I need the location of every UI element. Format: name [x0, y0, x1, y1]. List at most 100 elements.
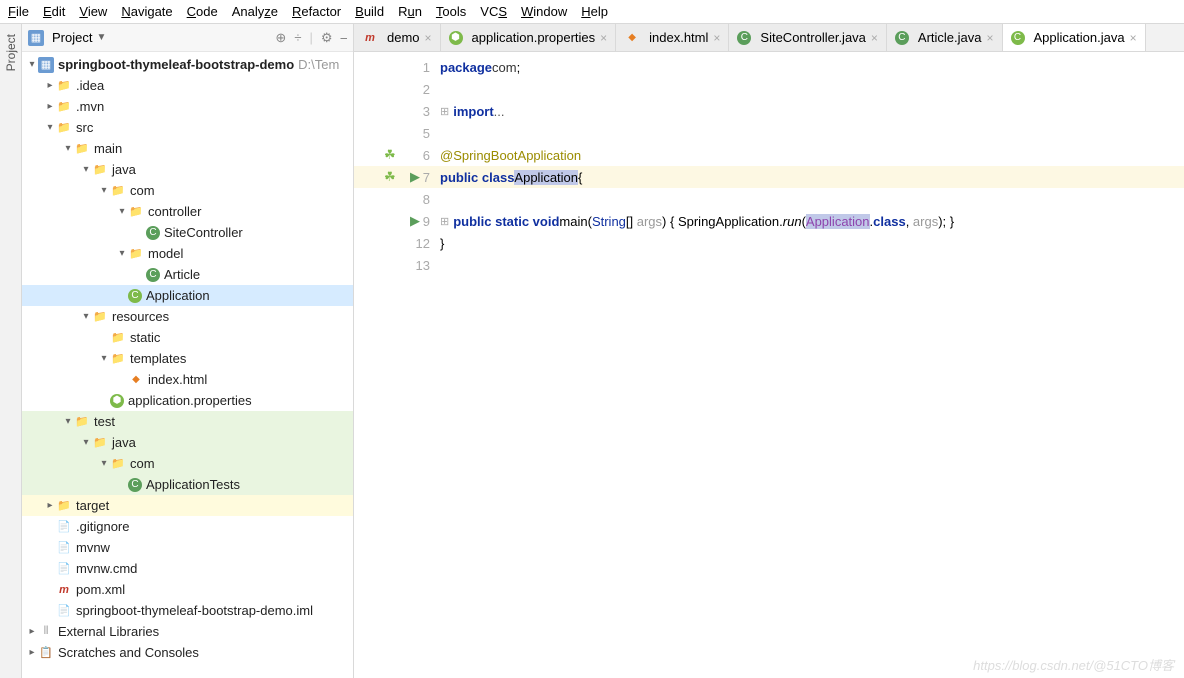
tree-apptests[interactable]: ApplicationTests: [146, 477, 240, 492]
close-icon[interactable]: ×: [1130, 31, 1137, 45]
resources-folder-icon: 📁: [92, 309, 108, 325]
tree-testcom[interactable]: com: [130, 456, 155, 471]
menu-analyze[interactable]: Analyze: [232, 4, 278, 19]
tree-main[interactable]: main: [94, 141, 122, 156]
watermark: https://blog.csdn.net/@51CTO博客: [973, 655, 1174, 674]
menu-view[interactable]: View: [79, 4, 107, 19]
menu-navigate[interactable]: Navigate: [121, 4, 172, 19]
tree-mvnw[interactable]: mvnw: [76, 540, 110, 555]
menu-window[interactable]: Window: [521, 4, 567, 19]
divider-icon: |: [309, 30, 312, 46]
menu-help[interactable]: Help: [581, 4, 608, 19]
side-tab-project[interactable]: Project: [4, 34, 18, 71]
close-icon[interactable]: ×: [987, 31, 994, 45]
tree-appprops[interactable]: application.properties: [128, 393, 252, 408]
tab-indexhtml[interactable]: ◆index.html×: [616, 24, 729, 51]
collapse-icon[interactable]: ÷: [294, 30, 301, 46]
test-folder-icon: 📁: [92, 435, 108, 451]
spring-gutter-icon[interactable]: ☘: [384, 147, 396, 163]
tree-scratches[interactable]: Scratches and Consoles: [58, 645, 199, 660]
folder-icon: 📁: [110, 351, 126, 367]
menu-edit[interactable]: Edit: [43, 4, 65, 19]
run-gutter-icon[interactable]: ▶: [410, 169, 420, 185]
tree-extlib[interactable]: External Libraries: [58, 624, 159, 639]
tree-target[interactable]: target: [76, 498, 109, 513]
tree-model[interactable]: model: [148, 246, 183, 261]
locate-icon[interactable]: ⊕: [275, 30, 286, 46]
folder-icon: 📁: [110, 330, 126, 346]
file-icon: 📄: [56, 519, 72, 535]
close-icon[interactable]: ×: [425, 31, 432, 45]
hide-icon[interactable]: ⎯: [341, 30, 348, 46]
folder-icon: 📁: [56, 120, 72, 136]
code-area[interactable]: 1 2 3 5 6☘ 7☘▶ 8 9▶ 12 13 package com; ⊞…: [354, 52, 1184, 678]
tree-indexhtml[interactable]: index.html: [148, 372, 207, 387]
tree-gitignore[interactable]: .gitignore: [76, 519, 129, 534]
tab-demo[interactable]: mdemo×: [354, 24, 441, 51]
tab-appprops[interactable]: ⬢application.properties×: [441, 24, 617, 51]
package-icon: 📁: [110, 183, 126, 199]
class-icon: C: [128, 478, 142, 492]
tree-src[interactable]: src: [76, 120, 93, 135]
fold-icon[interactable]: ⊞: [440, 215, 449, 228]
run-gutter-icon[interactable]: ▶: [410, 213, 420, 229]
tab-application[interactable]: CApplication.java×: [1003, 24, 1146, 51]
close-icon[interactable]: ×: [713, 31, 720, 45]
editor-tabs: mdemo× ⬢application.properties× ◆index.h…: [354, 24, 1184, 52]
tree-iml[interactable]: springboot-thymeleaf-bootstrap-demo.iml: [76, 603, 313, 618]
tree-mvnwcmd[interactable]: mvnw.cmd: [76, 561, 137, 576]
package-icon: 📁: [128, 204, 144, 220]
project-tree[interactable]: ▾▦springboot-thymeleaf-bootstrap-demoD:\…: [22, 52, 353, 678]
menu-vcs[interactable]: VCS: [480, 4, 507, 19]
tree-pom[interactable]: pom.xml: [76, 582, 125, 597]
tree-testjava[interactable]: java: [112, 435, 136, 450]
folder-icon: 📁: [74, 141, 90, 157]
fold-icon[interactable]: ⊞: [440, 105, 449, 118]
tree-templates[interactable]: templates: [130, 351, 186, 366]
class-icon: C: [146, 268, 160, 282]
project-pane-header: ▦ Project ▼ ⊕ ÷ | ⚙ ⎯: [22, 24, 353, 52]
module-icon: ▦: [38, 57, 54, 73]
tree-static[interactable]: static: [130, 330, 160, 345]
close-icon[interactable]: ×: [871, 31, 878, 45]
menu-tools[interactable]: Tools: [436, 4, 466, 19]
folder-icon: 📁: [56, 78, 72, 94]
menu-build[interactable]: Build: [355, 4, 384, 19]
tree-resources[interactable]: resources: [112, 309, 169, 324]
maven-icon: m: [56, 582, 72, 598]
menu-file[interactable]: File: [8, 4, 29, 19]
pane-title: Project: [52, 30, 92, 45]
menu-run[interactable]: Run: [398, 4, 422, 19]
target-folder-icon: 📁: [56, 498, 72, 514]
tree-application[interactable]: Application: [146, 288, 210, 303]
libraries-icon: ⦀: [38, 624, 54, 640]
folder-icon: 📁: [56, 99, 72, 115]
class-icon: C: [146, 226, 160, 240]
file-icon: 📄: [56, 603, 72, 619]
tree-sitecontroller[interactable]: SiteController: [164, 225, 243, 240]
menu-refactor[interactable]: Refactor: [292, 4, 341, 19]
menu-code[interactable]: Code: [187, 4, 218, 19]
gutter: 1 2 3 5 6☘ 7☘▶ 8 9▶ 12 13: [354, 52, 436, 678]
tree-controller[interactable]: controller: [148, 204, 201, 219]
dropdown-icon[interactable]: ▼: [96, 32, 106, 43]
spring-gutter-icon[interactable]: ☘: [384, 169, 396, 185]
code-content[interactable]: package com; ⊞import ... @SpringBootAppl…: [436, 52, 1184, 678]
spring-icon: ⬢: [110, 394, 124, 408]
tree-test[interactable]: test: [94, 414, 115, 429]
side-tool-strip: Project: [0, 24, 22, 678]
editor: mdemo× ⬢application.properties× ◆index.h…: [354, 24, 1184, 678]
tab-sitecontroller[interactable]: CSiteController.java×: [729, 24, 887, 51]
package-icon: 📁: [128, 246, 144, 262]
tree-article[interactable]: Article: [164, 267, 200, 282]
close-icon[interactable]: ×: [600, 31, 607, 45]
tab-article[interactable]: CArticle.java×: [887, 24, 1003, 51]
gear-icon[interactable]: ⚙: [321, 30, 333, 46]
tree-java[interactable]: java: [112, 162, 136, 177]
spring-class-icon: C: [128, 289, 142, 303]
tree-mvn[interactable]: .mvn: [76, 99, 104, 114]
tree-com[interactable]: com: [130, 183, 155, 198]
tree-idea[interactable]: .idea: [76, 78, 104, 93]
html-icon: ◆: [128, 372, 144, 388]
tree-root[interactable]: springboot-thymeleaf-bootstrap-demo: [58, 57, 294, 72]
